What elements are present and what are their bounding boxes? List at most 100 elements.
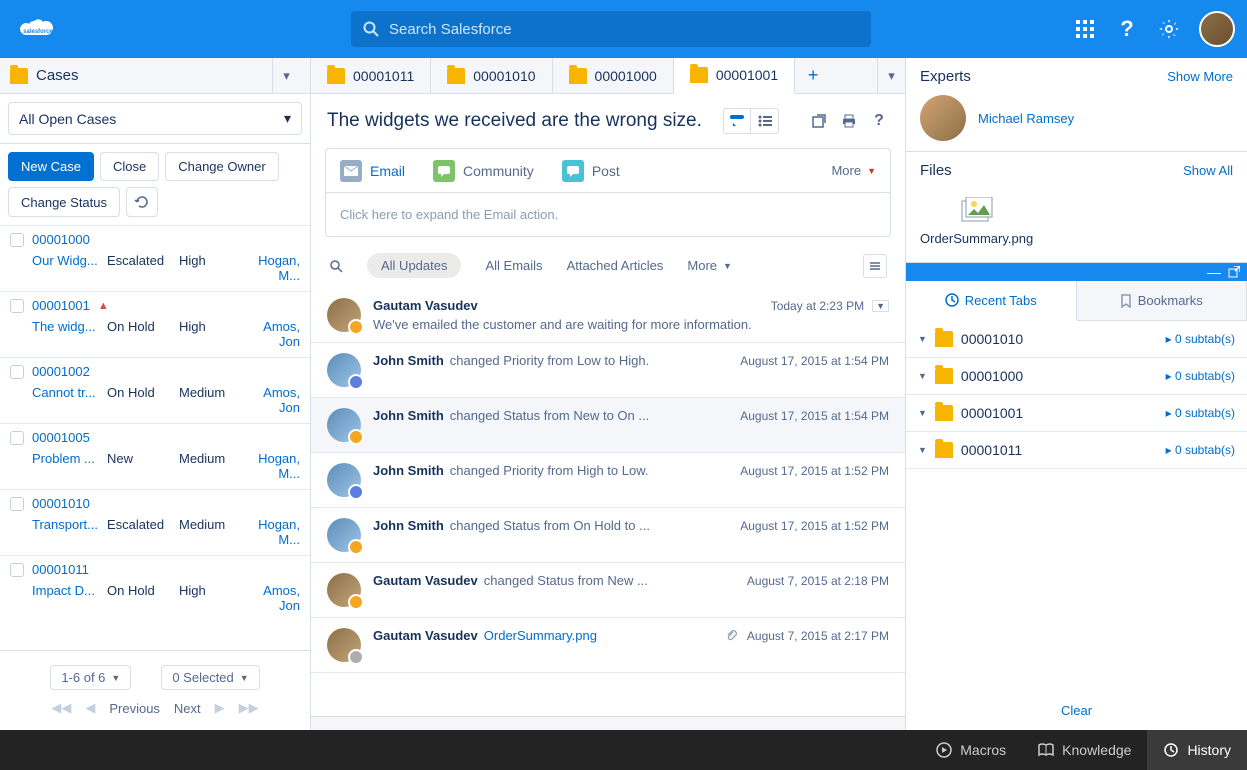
feed-user-name[interactable]: Gautam Vasudev: [373, 298, 478, 313]
change-owner-button[interactable]: Change Owner: [165, 152, 278, 181]
horizontal-scrollbar[interactable]: [311, 716, 905, 730]
setup-gear-icon[interactable]: [1157, 17, 1181, 41]
workspace-tab[interactable]: 00001000: [553, 58, 674, 93]
case-contact-link[interactable]: Hogan, M...: [249, 517, 300, 547]
composer-tab-email[interactable]: Email: [340, 150, 405, 192]
workspace-tab[interactable]: 00001001: [674, 58, 795, 94]
composer-more[interactable]: More▼: [831, 163, 876, 178]
workspace-tab[interactable]: 00001011: [311, 58, 431, 93]
chevron-down-icon[interactable]: ▼: [918, 334, 927, 344]
pager-selected[interactable]: 0 Selected▼: [161, 665, 259, 690]
case-subject-link[interactable]: Our Widg...: [32, 253, 107, 283]
pager-previous[interactable]: Previous: [109, 701, 160, 716]
workspace-tab[interactable]: 00001010: [431, 58, 552, 93]
case-subject-link[interactable]: The widg...: [32, 319, 107, 349]
cases-menu-chevron[interactable]: ▾: [272, 58, 300, 93]
recent-subtabs[interactable]: ▸ 0 subtab(s): [1166, 332, 1235, 346]
files-show-all[interactable]: Show All: [1183, 163, 1233, 178]
recent-tab-item[interactable]: ▼00001010▸ 0 subtab(s): [906, 321, 1247, 358]
case-row[interactable]: 00001011Impact D...On HoldHighAmos, Jon: [0, 555, 310, 621]
feed-item[interactable]: Gautam Vasudev OrderSummary.pngAugust 7,…: [311, 618, 905, 673]
tabs-overflow[interactable]: ▾: [877, 58, 905, 93]
new-case-button[interactable]: New Case: [8, 152, 94, 181]
composer-tab-community[interactable]: Community: [433, 150, 534, 192]
history-button[interactable]: History: [1147, 730, 1247, 770]
filter-all-updates[interactable]: All Updates: [367, 253, 461, 278]
case-contact-link[interactable]: Amos, Jon: [249, 319, 300, 349]
feed-item[interactable]: John Smith changed Status from New to On…: [311, 398, 905, 453]
case-subject-link[interactable]: Problem ...: [32, 451, 107, 481]
feed-attachment-link[interactable]: OrderSummary.png: [484, 628, 597, 643]
composer-expand[interactable]: Click here to expand the Email action.: [326, 193, 890, 236]
recent-subtabs[interactable]: ▸ 0 subtab(s): [1166, 406, 1235, 420]
user-avatar[interactable]: [1199, 11, 1235, 47]
feed-item[interactable]: John Smith changed Priority from Low to …: [311, 343, 905, 398]
case-subject-link[interactable]: Cannot tr...: [32, 385, 107, 415]
chevron-down-icon[interactable]: ▼: [918, 445, 927, 455]
pager-range[interactable]: 1-6 of 6▼: [50, 665, 131, 690]
file-item[interactable]: OrderSummary.png: [920, 189, 1033, 252]
chevron-down-icon[interactable]: ▼: [918, 371, 927, 381]
recent-tab-item[interactable]: ▼00001011▸ 0 subtab(s): [906, 432, 1247, 469]
case-subject-link[interactable]: Impact D...: [32, 583, 107, 613]
case-number[interactable]: 00001010: [32, 496, 90, 511]
case-contact-link[interactable]: Hogan, M...: [249, 451, 300, 481]
feed-item[interactable]: Gautam Vasudev Today at 2:23 PM▼We've em…: [311, 288, 905, 343]
close-button[interactable]: Close: [100, 152, 159, 181]
clear-button[interactable]: Clear: [906, 691, 1247, 730]
case-number[interactable]: 00001001: [32, 298, 90, 313]
open-new-icon[interactable]: [809, 111, 829, 131]
case-row[interactable]: 00001001▲The widg...On HoldHighAmos, Jon: [0, 291, 310, 357]
feed-item[interactable]: John Smith changed Status from On Hold t…: [311, 508, 905, 563]
case-number[interactable]: 00001002: [32, 364, 90, 379]
feed-user-name[interactable]: Gautam Vasudev: [373, 573, 478, 588]
knowledge-button[interactable]: Knowledge: [1022, 730, 1147, 770]
print-icon[interactable]: [839, 111, 859, 131]
minimize-icon[interactable]: —: [1207, 265, 1221, 279]
chevron-down-icon[interactable]: ▼: [918, 408, 927, 418]
feed-user-name[interactable]: John Smith: [373, 353, 444, 368]
recent-tab-item[interactable]: ▼00001000▸ 0 subtab(s): [906, 358, 1247, 395]
case-row[interactable]: 00001010Transport...EscalatedMediumHogan…: [0, 489, 310, 555]
filter-more[interactable]: More▼: [687, 258, 732, 273]
feed-item[interactable]: Gautam Vasudev changed Status from New .…: [311, 563, 905, 618]
tab-bookmarks[interactable]: Bookmarks: [1077, 281, 1247, 320]
case-number[interactable]: 00001011: [32, 562, 89, 577]
search-input[interactable]: [389, 21, 859, 38]
change-status-button[interactable]: Change Status: [8, 187, 120, 217]
feed-settings-icon[interactable]: [863, 254, 887, 278]
case-row[interactable]: 00001005Problem ...NewMediumHogan, M...: [0, 423, 310, 489]
feed-user-name[interactable]: John Smith: [373, 518, 444, 533]
pager-first-icon[interactable]: ◀◀: [51, 700, 71, 716]
row-checkbox[interactable]: [10, 233, 24, 247]
case-contact-link[interactable]: Hogan, M...: [249, 253, 300, 283]
pager-prev-icon[interactable]: ◀: [85, 700, 95, 716]
case-row[interactable]: 00001002Cannot tr...On HoldMediumAmos, J…: [0, 357, 310, 423]
filter-all-emails[interactable]: All Emails: [485, 258, 542, 273]
case-subject-link[interactable]: Transport...: [32, 517, 107, 547]
row-checkbox[interactable]: [10, 431, 24, 445]
feed-user-name[interactable]: John Smith: [373, 463, 444, 478]
case-contact-link[interactable]: Amos, Jon: [249, 583, 300, 613]
case-contact-link[interactable]: Amos, Jon: [249, 385, 300, 415]
feed-user-name[interactable]: John Smith: [373, 408, 444, 423]
pager-last-icon[interactable]: ▶▶: [239, 700, 259, 716]
case-number[interactable]: 00001005: [32, 430, 90, 445]
detail-view-button[interactable]: [751, 108, 779, 134]
search-icon[interactable]: [329, 259, 343, 273]
macros-button[interactable]: Macros: [920, 730, 1022, 770]
experts-show-more[interactable]: Show More: [1167, 69, 1233, 84]
feed-item[interactable]: John Smith changed Priority from High to…: [311, 453, 905, 508]
composer-tab-post[interactable]: Post: [562, 150, 620, 192]
row-checkbox[interactable]: [10, 299, 24, 313]
feed-user-name[interactable]: Gautam Vasudev: [373, 628, 478, 643]
tab-recent-tabs[interactable]: Recent Tabs: [906, 281, 1077, 321]
app-launcher-icon[interactable]: [1073, 17, 1097, 41]
refresh-button[interactable]: [126, 187, 158, 217]
help-icon[interactable]: ?: [869, 111, 889, 131]
recent-tab-item[interactable]: ▼00001001▸ 0 subtab(s): [906, 395, 1247, 432]
add-tab-button[interactable]: +: [795, 58, 831, 93]
row-checkbox[interactable]: [10, 563, 24, 577]
pager-next-icon[interactable]: ▶: [215, 700, 225, 716]
row-checkbox[interactable]: [10, 365, 24, 379]
